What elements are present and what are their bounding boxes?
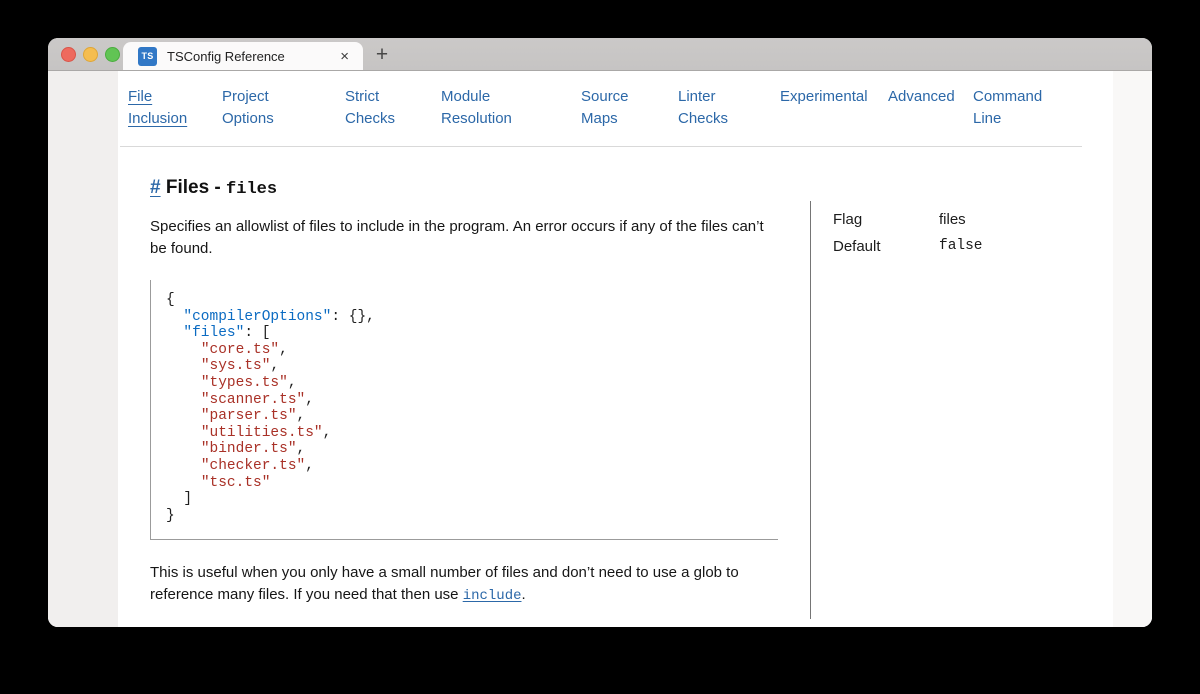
meta-label: Flag bbox=[833, 206, 939, 233]
code-line: "utilities.ts", bbox=[166, 425, 778, 442]
zoom-window-button[interactable] bbox=[105, 47, 120, 62]
option-article: # Files - files Specifies an allowlist o… bbox=[150, 177, 782, 607]
code-line: ] bbox=[166, 491, 778, 508]
code-line: { bbox=[166, 292, 778, 309]
minimize-window-button[interactable] bbox=[83, 47, 98, 62]
typescript-favicon-icon: TS bbox=[138, 47, 157, 66]
nav-link-advanced[interactable]: Advanced bbox=[888, 86, 973, 130]
option-heading-text: Files - bbox=[161, 177, 226, 198]
section-nav: File InclusionProject OptionsStrict Chec… bbox=[128, 86, 1042, 130]
nav-link-command-line[interactable]: Command Line bbox=[973, 86, 1042, 130]
code-line: "parser.ts", bbox=[166, 408, 778, 425]
code-block: { "compilerOptions": {}, "files": [ "cor… bbox=[150, 280, 778, 540]
page-body: File InclusionProject OptionsStrict Chec… bbox=[48, 71, 1152, 627]
option-heading: # Files - files bbox=[150, 177, 782, 199]
nav-link-experimental[interactable]: Experimental bbox=[780, 86, 888, 130]
code-line: "compilerOptions": {}, bbox=[166, 309, 778, 326]
option-note-period: . bbox=[522, 586, 526, 603]
page-right-gutter bbox=[1113, 71, 1152, 627]
meta-row-flag: Flagfiles bbox=[833, 206, 1093, 233]
page-left-gutter bbox=[48, 71, 118, 627]
code-line: "files": [ bbox=[166, 325, 778, 342]
desktop-background: { "colors": { "accent_blue": "#2c68a8", … bbox=[0, 0, 1200, 694]
option-meta-panel: FlagfilesDefaultfalse bbox=[810, 201, 1093, 619]
code-line: "tsc.ts" bbox=[166, 475, 778, 492]
option-note: This is useful when you only have a smal… bbox=[150, 562, 782, 607]
code-line: } bbox=[166, 508, 778, 525]
code-line: "types.ts", bbox=[166, 375, 778, 392]
option-description: Specifies an allowlist of files to inclu… bbox=[150, 216, 782, 260]
window-controls bbox=[61, 47, 120, 62]
option-heading-code: files bbox=[226, 180, 277, 199]
anchor-link[interactable]: # bbox=[150, 177, 161, 198]
code-line: "binder.ts", bbox=[166, 441, 778, 458]
nav-link-source-maps[interactable]: Source Maps bbox=[581, 86, 678, 130]
meta-label: Default bbox=[833, 233, 939, 260]
new-tab-button[interactable]: + bbox=[368, 41, 396, 67]
code-line: "core.ts", bbox=[166, 342, 778, 359]
browser-tab-bar: TS TSConfig Reference × + bbox=[48, 38, 1152, 71]
tab-close-icon[interactable]: × bbox=[338, 49, 351, 64]
nav-link-file-inclusion[interactable]: File Inclusion bbox=[128, 86, 222, 130]
nav-link-linter-checks[interactable]: Linter Checks bbox=[678, 86, 780, 130]
code-line: "scanner.ts", bbox=[166, 392, 778, 409]
option-note-text: This is useful when you only have a smal… bbox=[150, 564, 739, 603]
tab-title: TSConfig Reference bbox=[167, 49, 338, 64]
nav-divider bbox=[120, 146, 1082, 147]
meta-value: files bbox=[939, 206, 1093, 233]
code-line: "sys.ts", bbox=[166, 358, 778, 375]
browser-window: TS TSConfig Reference × + File Inclusion… bbox=[48, 38, 1152, 627]
meta-row-default: Defaultfalse bbox=[833, 233, 1093, 260]
include-link[interactable]: include bbox=[463, 588, 522, 604]
nav-link-module-resolution[interactable]: Module Resolution bbox=[441, 86, 581, 130]
nav-link-project-options[interactable]: Project Options bbox=[222, 86, 345, 130]
nav-link-strict-checks[interactable]: Strict Checks bbox=[345, 86, 441, 130]
active-tab[interactable]: TS TSConfig Reference × bbox=[123, 42, 363, 70]
page-content: File InclusionProject OptionsStrict Chec… bbox=[118, 71, 1113, 627]
close-window-button[interactable] bbox=[61, 47, 76, 62]
meta-value: false bbox=[939, 233, 1093, 260]
code-line: "checker.ts", bbox=[166, 458, 778, 475]
